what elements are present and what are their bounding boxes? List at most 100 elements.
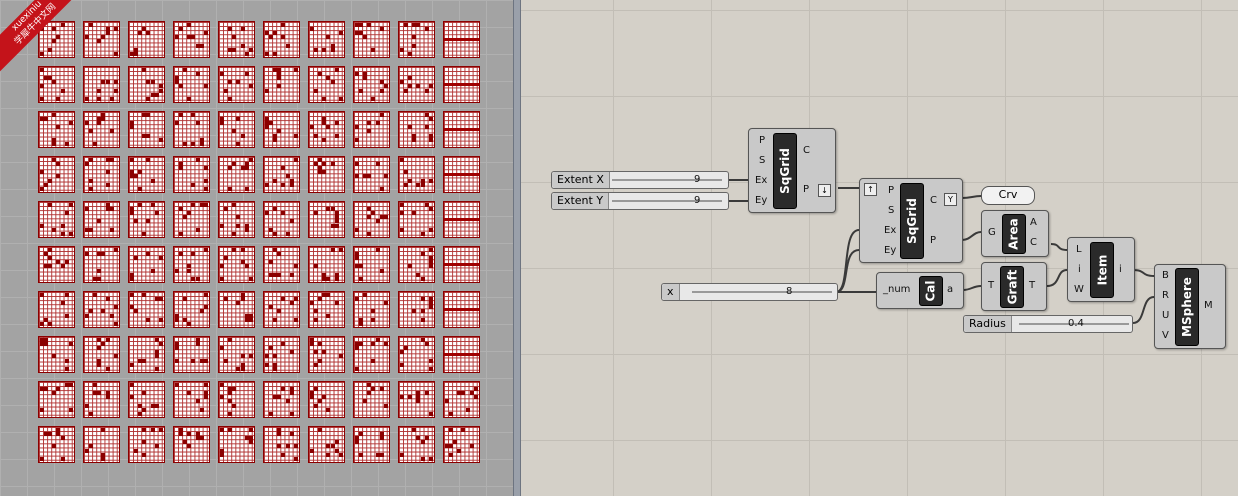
grid-tile-dot	[469, 444, 474, 449]
grid-tile	[263, 66, 300, 103]
grid-tile-dot	[359, 321, 364, 326]
simplify-icon[interactable]: Y	[944, 193, 957, 206]
grid-tile-dot	[428, 305, 433, 310]
grid-tile-dot	[93, 383, 98, 387]
extent-y-slider[interactable]: Extent Y 9	[551, 192, 729, 210]
grid-tile-dot	[40, 84, 44, 89]
grid-tile-dot	[318, 297, 323, 302]
grid-tile	[38, 336, 75, 373]
grid-tile-dot	[359, 264, 364, 269]
grid-tile-dot	[101, 456, 106, 461]
grid-tile-dot	[310, 27, 314, 32]
flatten-icon[interactable]: ↓	[818, 184, 831, 197]
grid-tile-dot	[175, 317, 179, 322]
graft-component[interactable]: T Graft T	[981, 262, 1047, 311]
calc-component[interactable]: _num Cal a	[876, 272, 964, 309]
grid-tile-dot	[138, 31, 143, 36]
extent-x-slider[interactable]: Extent X 9	[551, 171, 729, 189]
grid-tile-dot	[326, 276, 331, 281]
grid-tile-dot	[220, 72, 224, 77]
sqgrid-component-1[interactable]: P S Ex Ey SqGrid C P ↓	[748, 128, 836, 213]
grid-tile-dot	[48, 321, 53, 326]
grid-tile-dot	[130, 121, 134, 126]
grid-tile-dot	[48, 256, 53, 261]
grid-tile-dot	[97, 276, 102, 281]
grid-tile-dot	[285, 174, 290, 179]
grid-tile-dot	[228, 27, 233, 32]
grid-tile-dot	[330, 80, 335, 85]
grid-tile-dot	[85, 35, 89, 40]
grid-tile-dot	[183, 297, 188, 302]
grid-tile-dot	[273, 137, 278, 142]
grid-tile	[218, 156, 255, 193]
grid-tile-dot	[244, 51, 249, 56]
grid-tile-dot	[56, 125, 61, 130]
grid-tile-dot	[195, 121, 200, 126]
grid-tile-dot	[293, 456, 298, 461]
grid-tile	[443, 246, 480, 283]
grid-tile-dot	[248, 47, 253, 52]
sqgrid1-out-p: P	[803, 184, 810, 195]
grid-tile-dot	[412, 23, 417, 27]
graft-icon[interactable]: ↑	[864, 183, 877, 196]
grid-tile-dot	[97, 88, 102, 93]
grasshopper-canvas[interactable]: Extent X 9 Extent Y 9 x 8 Radius 0.4 P S…	[521, 0, 1238, 496]
graft-core: Graft	[1000, 266, 1024, 308]
grid-tile-dot	[379, 387, 384, 392]
area-component[interactable]: G Area A C	[981, 210, 1049, 257]
grid-tile-dot	[240, 133, 245, 138]
grid-tile-bar	[444, 38, 479, 41]
x-slider[interactable]: x 8	[661, 283, 838, 301]
grid-tile-dot	[281, 182, 286, 187]
grid-tile	[83, 156, 120, 193]
grid-tile-dot	[383, 403, 388, 408]
grid-tile-dot	[85, 162, 89, 167]
grid-tile-dot	[56, 96, 61, 101]
grid-tile-dot	[195, 276, 200, 281]
grid-tile-dot	[359, 342, 364, 347]
grid-tile	[353, 381, 390, 418]
grid-tile-dot	[199, 407, 204, 412]
grid-tile-dot	[89, 23, 94, 27]
rhino-viewport[interactable]: xuexiniu 学犀牛中文网	[0, 0, 513, 496]
grid-tile-dot	[89, 186, 94, 191]
grid-tile-dot	[379, 113, 384, 117]
msphere-component[interactable]: B R U V MSphere M	[1154, 264, 1226, 349]
grid-tile-dot	[203, 31, 208, 36]
grid-tile-dot	[60, 223, 65, 228]
grid-tile-dot	[449, 452, 454, 457]
crv-panel[interactable]: Crv	[981, 186, 1035, 205]
grid-tile-dot	[228, 166, 233, 171]
grid-tile	[263, 291, 300, 328]
grid-tile-dot	[334, 211, 339, 216]
item-component[interactable]: L i W Item i	[1067, 237, 1135, 302]
grid-tile-dot	[400, 395, 404, 400]
grid-tile-dot	[367, 215, 372, 220]
grid-tile-dot	[113, 321, 118, 326]
grid-tile-bar	[444, 308, 479, 311]
grid-tile-dot	[60, 23, 65, 27]
radius-slider[interactable]: Radius 0.4	[963, 315, 1133, 333]
grid-tile-dot	[355, 125, 359, 130]
grid-tile-dot	[52, 27, 57, 32]
sqgrid-component-2[interactable]: ↑ P S Ex Ey SqGrid C Y P	[859, 178, 963, 263]
grid-tile-dot	[281, 387, 286, 392]
grid-tile-dot	[400, 227, 404, 232]
grid-tile	[38, 201, 75, 238]
grid-tile-dot	[64, 260, 69, 265]
area-in-g: G	[988, 227, 996, 238]
grid-tile-dot	[363, 35, 368, 40]
grid-tile-dot	[355, 174, 359, 179]
grid-tile-dot	[158, 256, 163, 261]
grid-tile-dot	[187, 23, 192, 27]
grid-tile-dot	[44, 182, 49, 187]
grid-tile-dot	[334, 301, 339, 306]
grid-tile	[308, 66, 345, 103]
grid-tile-dot	[269, 260, 274, 265]
pane-splitter[interactable]	[513, 0, 521, 496]
grid-tile-dot	[371, 309, 376, 314]
grid-tile-dot	[130, 207, 134, 212]
grid-tile-dot	[105, 366, 110, 371]
grid-tile-dot	[240, 354, 245, 359]
grid-tile-dot	[371, 342, 376, 347]
